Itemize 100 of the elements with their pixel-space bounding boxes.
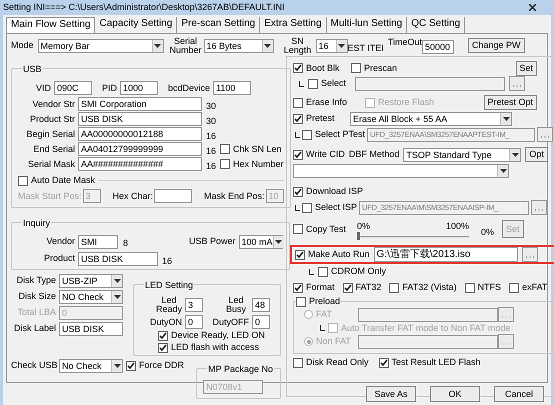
led-option-checkbox[interactable]: Device Ready, LED ON xyxy=(158,330,274,341)
led-field[interactable]: 48 xyxy=(252,298,270,312)
led-field[interactable]: 0 xyxy=(252,315,270,329)
id-field[interactable]: 1100 xyxy=(213,81,252,95)
boot-blk-checkbox[interactable]: Boot Blk xyxy=(293,62,351,74)
set-button[interactable]: Set xyxy=(516,60,538,76)
dbf-method-dropdown[interactable]: TSOP Standard Type xyxy=(403,148,522,162)
caret-icon xyxy=(114,294,120,298)
checkmark-icon xyxy=(344,284,352,292)
window-title: Setting INI===> C:\Users\Administrator\Desktop\3267AB\DEFAULT.INI xyxy=(3,2,284,13)
preload-checkbox[interactable]: Preload xyxy=(296,296,340,307)
product-field[interactable]: USB DISK xyxy=(78,252,158,266)
change-pw-button[interactable]: Change PW xyxy=(468,38,525,53)
select-ptest-checkbox[interactable]: Select PTest xyxy=(302,129,366,140)
group-title: USB xyxy=(23,64,42,74)
caret-icon xyxy=(502,116,510,120)
field-label: Total LBA xyxy=(16,307,57,318)
vendor-field[interactable]: SMI xyxy=(78,234,118,248)
disk-read-only-checkbox[interactable]: Disk Read Only xyxy=(293,357,369,368)
select-isp-checkbox[interactable]: Select ISP xyxy=(302,202,358,213)
prescan-checkbox[interactable]: Prescan xyxy=(351,62,398,74)
checkmark-icon xyxy=(294,284,302,292)
browse-button[interactable] xyxy=(522,247,538,262)
dialog-button[interactable]: Save As xyxy=(366,386,416,402)
string-field[interactable]: AA04012799999999 xyxy=(78,142,202,156)
serial-number-dropdown[interactable]: 16 Bytes xyxy=(204,38,274,52)
field-label: Begin Serial xyxy=(25,128,76,140)
download-isp-checkbox[interactable]: Download ISP xyxy=(293,186,364,197)
close-icon xyxy=(528,4,536,11)
path-field[interactable] xyxy=(355,76,506,90)
format-checkbox[interactable]: NTFS xyxy=(464,282,502,293)
length-text: 30 xyxy=(206,116,218,126)
test-result-led-flash-checkbox[interactable]: Test Result LED Flash xyxy=(378,357,481,368)
disk-dropdown[interactable]: USB-ZIP xyxy=(59,274,123,288)
format-checkbox[interactable]: Format xyxy=(293,282,335,293)
disk-field[interactable]: USB DISK xyxy=(59,322,123,336)
opt-button[interactable]: Opt xyxy=(525,147,548,162)
pretest-opt-button[interactable]: Pretest Opt xyxy=(484,95,538,110)
dialog-button[interactable]: Cancel xyxy=(494,386,544,402)
field-label: USB Power xyxy=(189,236,236,247)
empty-dropdown[interactable] xyxy=(293,164,509,178)
browse-button[interactable] xyxy=(509,76,526,91)
id-field[interactable]: 090C xyxy=(54,81,92,95)
format-checkbox[interactable]: FAT32 (Vista) xyxy=(389,282,457,293)
format-checkbox[interactable]: FAT32 xyxy=(342,282,382,293)
path-field[interactable]: G:\迅雷下载\2013.iso xyxy=(374,247,518,262)
timeout-field[interactable]: 50000 xyxy=(422,40,454,54)
mask-field[interactable] xyxy=(154,189,192,203)
caret-icon xyxy=(114,278,120,282)
force-ddr-checkbox[interactable]: Force DDR xyxy=(126,360,184,371)
option-checkbox[interactable]: Hex Number xyxy=(220,158,284,170)
field-label: Serial Number xyxy=(168,36,203,54)
led-field[interactable]: 3 xyxy=(185,298,203,312)
check-usb-dropdown[interactable]: No Check xyxy=(59,358,123,372)
string-field[interactable]: SMI Corporation xyxy=(78,97,202,111)
field-label: Disk Size xyxy=(17,291,57,302)
slider-min-label: 0% xyxy=(357,220,370,232)
disk-dropdown[interactable]: NO Check xyxy=(59,290,123,304)
format-checkbox[interactable]: exFAT xyxy=(509,282,548,293)
string-field[interactable]: AA00000000012188 xyxy=(78,127,202,141)
browse-button[interactable] xyxy=(498,334,514,349)
cdrom-only-checkbox[interactable]: CDROM Only xyxy=(318,266,386,277)
tree-branch-icon xyxy=(295,132,300,138)
dialog-button[interactable]: OK xyxy=(430,386,480,402)
led-field[interactable]: 0 xyxy=(185,315,203,329)
path-field[interactable] xyxy=(358,308,498,322)
caret-icon xyxy=(154,44,162,48)
option-checkbox[interactable]: Chk SN Len xyxy=(220,144,282,154)
browse-button[interactable] xyxy=(531,200,548,215)
sn-length-dropdown[interactable]: 16 xyxy=(316,38,348,52)
tab[interactable]: Main Flow Setting xyxy=(6,17,96,33)
led-option-checkbox[interactable]: LED flash with access xyxy=(158,342,274,353)
caret-icon xyxy=(114,364,120,368)
make-auto-run-checkbox[interactable]: Make Auto Run xyxy=(295,249,370,260)
usb-power-dropdown[interactable]: 100 mA xyxy=(238,234,283,248)
erase-info-checkbox[interactable]: Erase Info xyxy=(293,97,365,108)
field-label: bcdDevice xyxy=(168,82,210,94)
select-checkbox[interactable]: Select xyxy=(308,78,346,89)
browse-button[interactable] xyxy=(498,307,514,322)
path-field[interactable] xyxy=(358,334,498,348)
string-field[interactable]: AA############## xyxy=(78,157,202,171)
length-text: 16 xyxy=(162,256,172,267)
auto-date-mask-checkbox[interactable]: Auto Date Mask xyxy=(18,175,96,186)
field-label: Disk Label xyxy=(12,323,57,334)
slider-thumb[interactable] xyxy=(357,232,360,240)
field-label: DutyON xyxy=(150,316,182,328)
string-field[interactable]: USB DISK xyxy=(78,112,202,126)
pretest-checkbox[interactable]: Pretest xyxy=(293,113,347,124)
pretest-dropdown[interactable]: Erase All Block + 55 AA xyxy=(350,112,512,126)
field-label: Vendor Str xyxy=(31,98,76,110)
field-label: Product xyxy=(42,253,76,264)
field-label: End Serial xyxy=(32,144,76,154)
copy-test-checkbox[interactable]: Copy Test xyxy=(293,224,357,234)
browse-button[interactable] xyxy=(537,127,554,142)
length-text: 8 xyxy=(123,238,130,249)
mode-dropdown[interactable]: Memory Bar xyxy=(38,38,164,52)
field-label: Mask Start Pos: xyxy=(18,190,82,202)
id-field[interactable]: 1000 xyxy=(120,81,158,95)
write-cid-checkbox[interactable]: Write CID xyxy=(293,149,345,160)
caret-icon xyxy=(275,240,282,244)
